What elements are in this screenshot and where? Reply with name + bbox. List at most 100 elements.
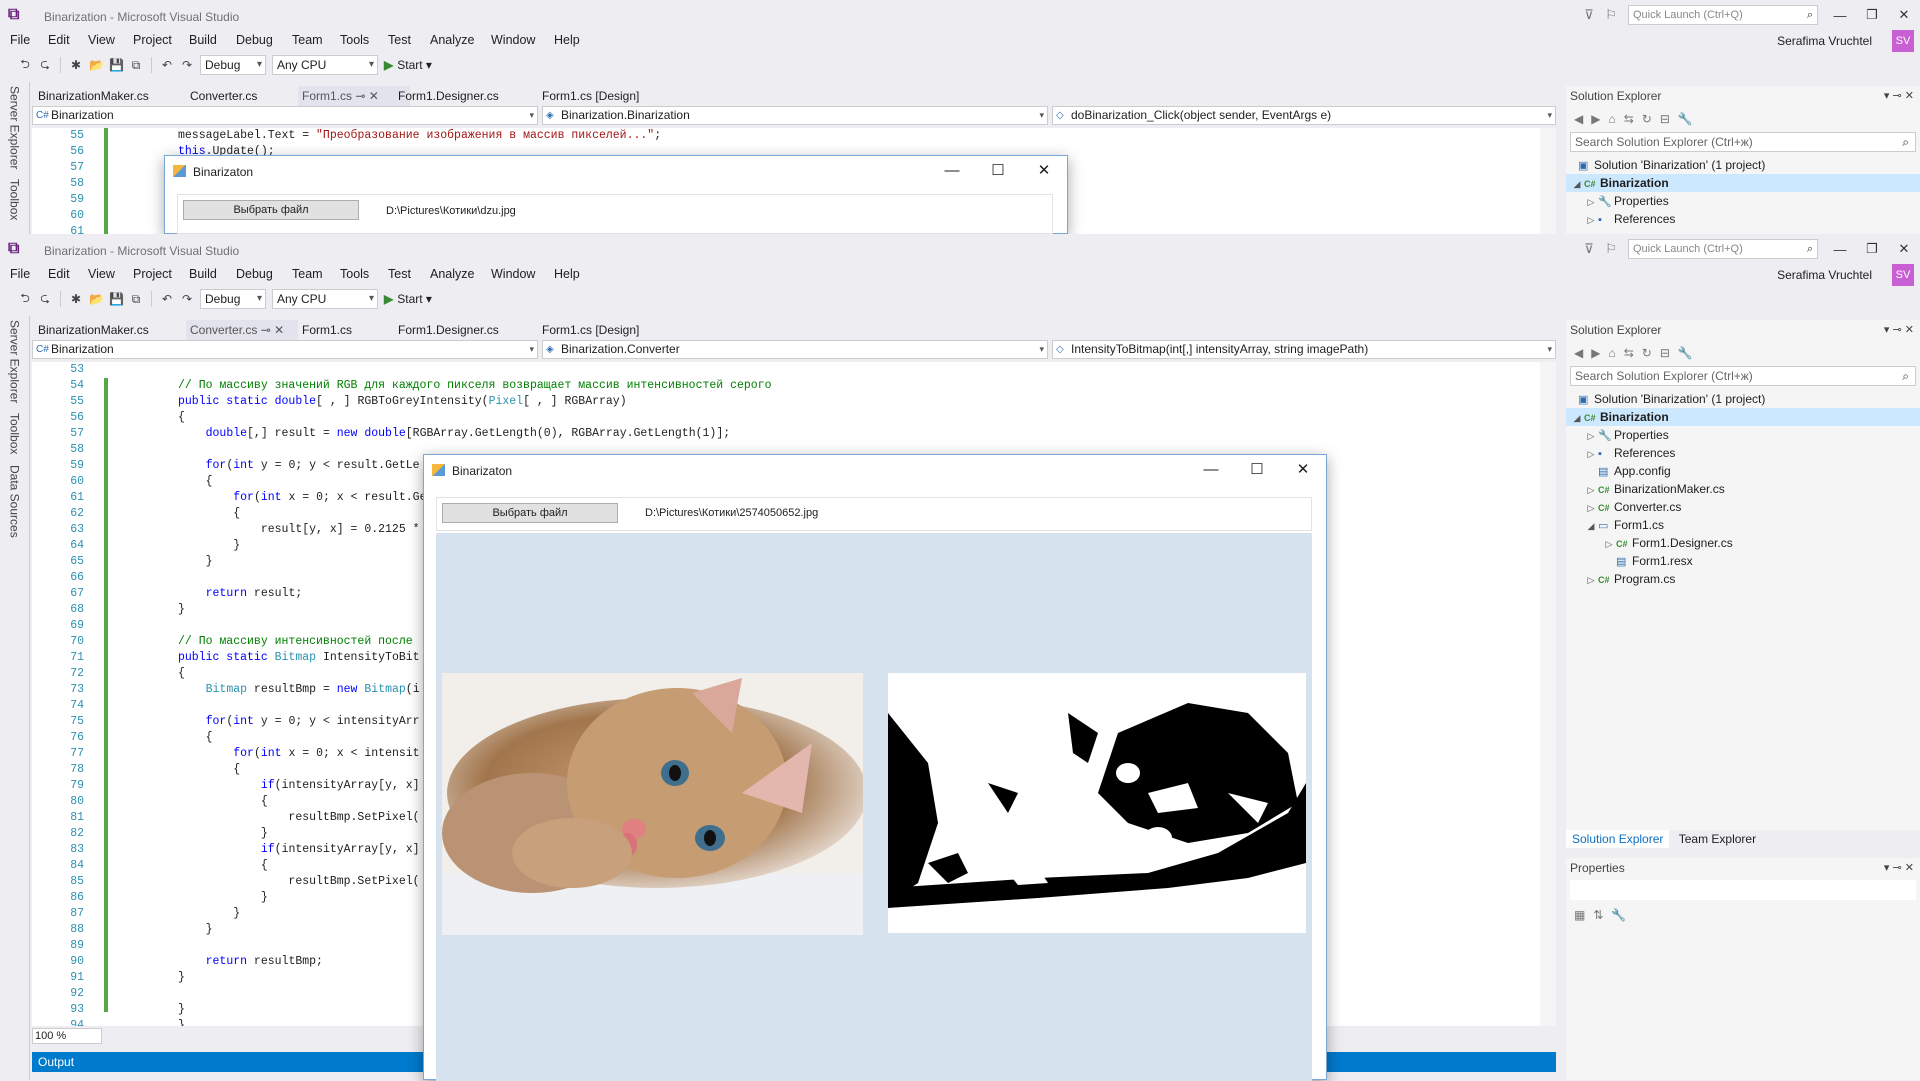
form-minimize-button[interactable]: — (1188, 455, 1234, 487)
menu-analyze[interactable]: Analyze (430, 267, 474, 281)
tab-solution-explorer[interactable]: Solution Explorer (1566, 830, 1670, 848)
refresh-icon[interactable]: ↻ (1642, 112, 1652, 126)
alphabetical-icon[interactable]: ⇅ (1593, 908, 1603, 922)
close-button[interactable]: ✕ (1888, 7, 1920, 23)
toolbox-tab[interactable]: Toolbox (8, 179, 22, 220)
back-icon[interactable]: ◀ (1574, 346, 1583, 360)
solution-node[interactable]: ▣ Solution 'Binarization' (1 project) (1566, 156, 1920, 174)
save-icon[interactable]: 💾 (109, 292, 124, 306)
type-nav-dropdown[interactable]: ◈ Binarization.Binarization (542, 106, 1048, 125)
start-button[interactable]: ▶ Start ▾ (384, 58, 432, 72)
properties-object-select[interactable] (1570, 880, 1916, 900)
tab-binarizationmaker[interactable]: BinarizationMaker.cs (34, 86, 153, 106)
configuration-select[interactable]: Debug (200, 55, 266, 75)
menu-window[interactable]: Window (491, 267, 535, 281)
tree-item[interactable]: ▷ C# BinarizationMaker.cs (1566, 480, 1920, 498)
project-node[interactable]: ◢ C# Binarization (1566, 174, 1920, 192)
home-icon[interactable]: ⌂ (1608, 346, 1615, 360)
menu-view[interactable]: View (88, 33, 115, 47)
redo-icon[interactable]: ↷ (180, 58, 194, 72)
editor-scrollbar[interactable] (1540, 362, 1556, 1026)
menu-test[interactable]: Test (388, 33, 411, 47)
project-nav-dropdown[interactable]: C# Binarization (32, 106, 538, 125)
tree-item[interactable]: ▷ 🔧 Properties (1566, 426, 1920, 444)
tree-item[interactable]: ▷ C# Converter.cs (1566, 498, 1920, 516)
server-explorer-tab[interactable]: Server Explorer (8, 320, 22, 403)
solution-search-input[interactable]: Search Solution Explorer (Ctrl+ж) ⌕ (1570, 366, 1916, 386)
tree-item[interactable]: ▤ Form1.resx (1566, 552, 1920, 570)
choose-file-button[interactable]: Выбрать файл (183, 200, 359, 220)
avatar[interactable]: SV (1892, 264, 1914, 286)
editor-scrollbar[interactable] (1540, 128, 1556, 234)
forward-icon[interactable]: ⮎ (38, 55, 52, 76)
form-close-button[interactable]: ✕ (1280, 455, 1326, 487)
menu-edit[interactable]: Edit (48, 33, 70, 47)
code-line[interactable]: 53 (32, 362, 1532, 378)
tree-item-references[interactable]: ▷ ▪ References (1566, 210, 1920, 228)
save-icon[interactable]: 💾 (109, 58, 124, 72)
tab-binarizationmaker[interactable]: BinarizationMaker.cs (34, 320, 153, 340)
pin-icon[interactable]: ⊸ (355, 89, 365, 103)
restore-button[interactable]: ❐ (1856, 7, 1888, 23)
panel-pin-close-icons[interactable]: ▾ ⊸ ✕ (1884, 86, 1914, 106)
server-explorer-tab[interactable]: Server Explorer (8, 86, 22, 169)
menu-build[interactable]: Build (189, 33, 217, 47)
collapse-icon[interactable]: ⊟ (1660, 112, 1670, 126)
menu-debug[interactable]: Debug (236, 33, 273, 47)
quick-launch-input[interactable]: Quick Launch (Ctrl+Q) ⌕ (1628, 239, 1818, 259)
back-icon[interactable]: ⮌ (18, 289, 32, 310)
feedback-icon[interactable]: ⚐ (1600, 7, 1622, 23)
panel-pin-close-icons[interactable]: ▾ ⊸ ✕ (1884, 320, 1914, 340)
start-button[interactable]: ▶ Start ▾ (384, 292, 432, 306)
pin-icon[interactable]: ⊸ (261, 323, 271, 337)
minimize-button[interactable]: — (1824, 242, 1856, 257)
menu-project[interactable]: Project (133, 33, 172, 47)
menu-test[interactable]: Test (388, 267, 411, 281)
member-nav-dropdown[interactable]: ◇ IntensityToBitmap(int[,] intensityArray… (1052, 340, 1556, 359)
menu-help[interactable]: Help (554, 33, 580, 47)
user-name[interactable]: Serafima Vruchtel (1777, 268, 1872, 282)
close-tab-icon[interactable]: ✕ (274, 323, 284, 337)
toolbox-tab[interactable]: Toolbox (8, 413, 22, 454)
collapse-icon[interactable]: ⊟ (1660, 346, 1670, 360)
restore-button[interactable]: ❐ (1856, 241, 1888, 257)
code-line[interactable]: 57 double[,] result = new double[RGBArra… (32, 426, 1532, 442)
home-icon[interactable]: ⌂ (1608, 112, 1615, 126)
tree-item[interactable]: ◢ ▭ Form1.cs (1566, 516, 1920, 534)
menu-file[interactable]: File (10, 33, 30, 47)
tab-converter[interactable]: Converter.cs ⊸ ✕ (186, 320, 298, 340)
save-all-icon[interactable]: ⧉ (129, 292, 143, 307)
filter-icon[interactable]: ⊽ (1578, 241, 1600, 257)
avatar[interactable]: SV (1892, 30, 1914, 52)
back-icon[interactable]: ◀ (1574, 112, 1583, 126)
code-line[interactable]: 55 messageLabel.Text = "Преобразование из… (32, 128, 1532, 144)
menu-build[interactable]: Build (189, 267, 217, 281)
sync-icon[interactable]: ⇆ (1624, 346, 1634, 360)
menu-tools[interactable]: Tools (340, 33, 369, 47)
menu-help[interactable]: Help (554, 267, 580, 281)
close-tab-icon[interactable]: ✕ (369, 89, 379, 103)
menu-team[interactable]: Team (292, 267, 323, 281)
project-nav-dropdown[interactable]: C# Binarization (32, 340, 538, 359)
configuration-select[interactable]: Debug (200, 289, 266, 309)
properties-icon[interactable]: 🔧 (1678, 346, 1693, 360)
user-name[interactable]: Serafima Vruchtel (1777, 34, 1872, 48)
tree-item[interactable]: ▷ C# Form1.Designer.cs (1566, 534, 1920, 552)
sync-icon[interactable]: ⇆ (1624, 112, 1634, 126)
code-line[interactable]: 56 { (32, 410, 1532, 426)
tab-converter[interactable]: Converter.cs (186, 86, 261, 106)
undo-icon[interactable]: ↶ (160, 58, 174, 72)
menu-project[interactable]: Project (133, 267, 172, 281)
save-all-icon[interactable]: ⧉ (129, 58, 143, 73)
platform-select[interactable]: Any CPU (272, 55, 378, 75)
minimize-button[interactable]: — (1824, 8, 1856, 23)
form-minimize-button[interactable]: — (929, 156, 975, 188)
categorized-icon[interactable]: ▦ (1574, 908, 1585, 922)
tab-form1-design[interactable]: Form1.cs [Design] (538, 86, 643, 106)
back-icon[interactable]: ⮌ (18, 55, 32, 76)
form-maximize-button[interactable]: ☐ (975, 156, 1021, 188)
close-button[interactable]: ✕ (1888, 241, 1920, 257)
data-sources-tab[interactable]: Data Sources (8, 465, 22, 538)
tree-item-properties[interactable]: ▷ 🔧 Properties (1566, 192, 1920, 210)
form-close-button[interactable]: ✕ (1021, 156, 1067, 188)
